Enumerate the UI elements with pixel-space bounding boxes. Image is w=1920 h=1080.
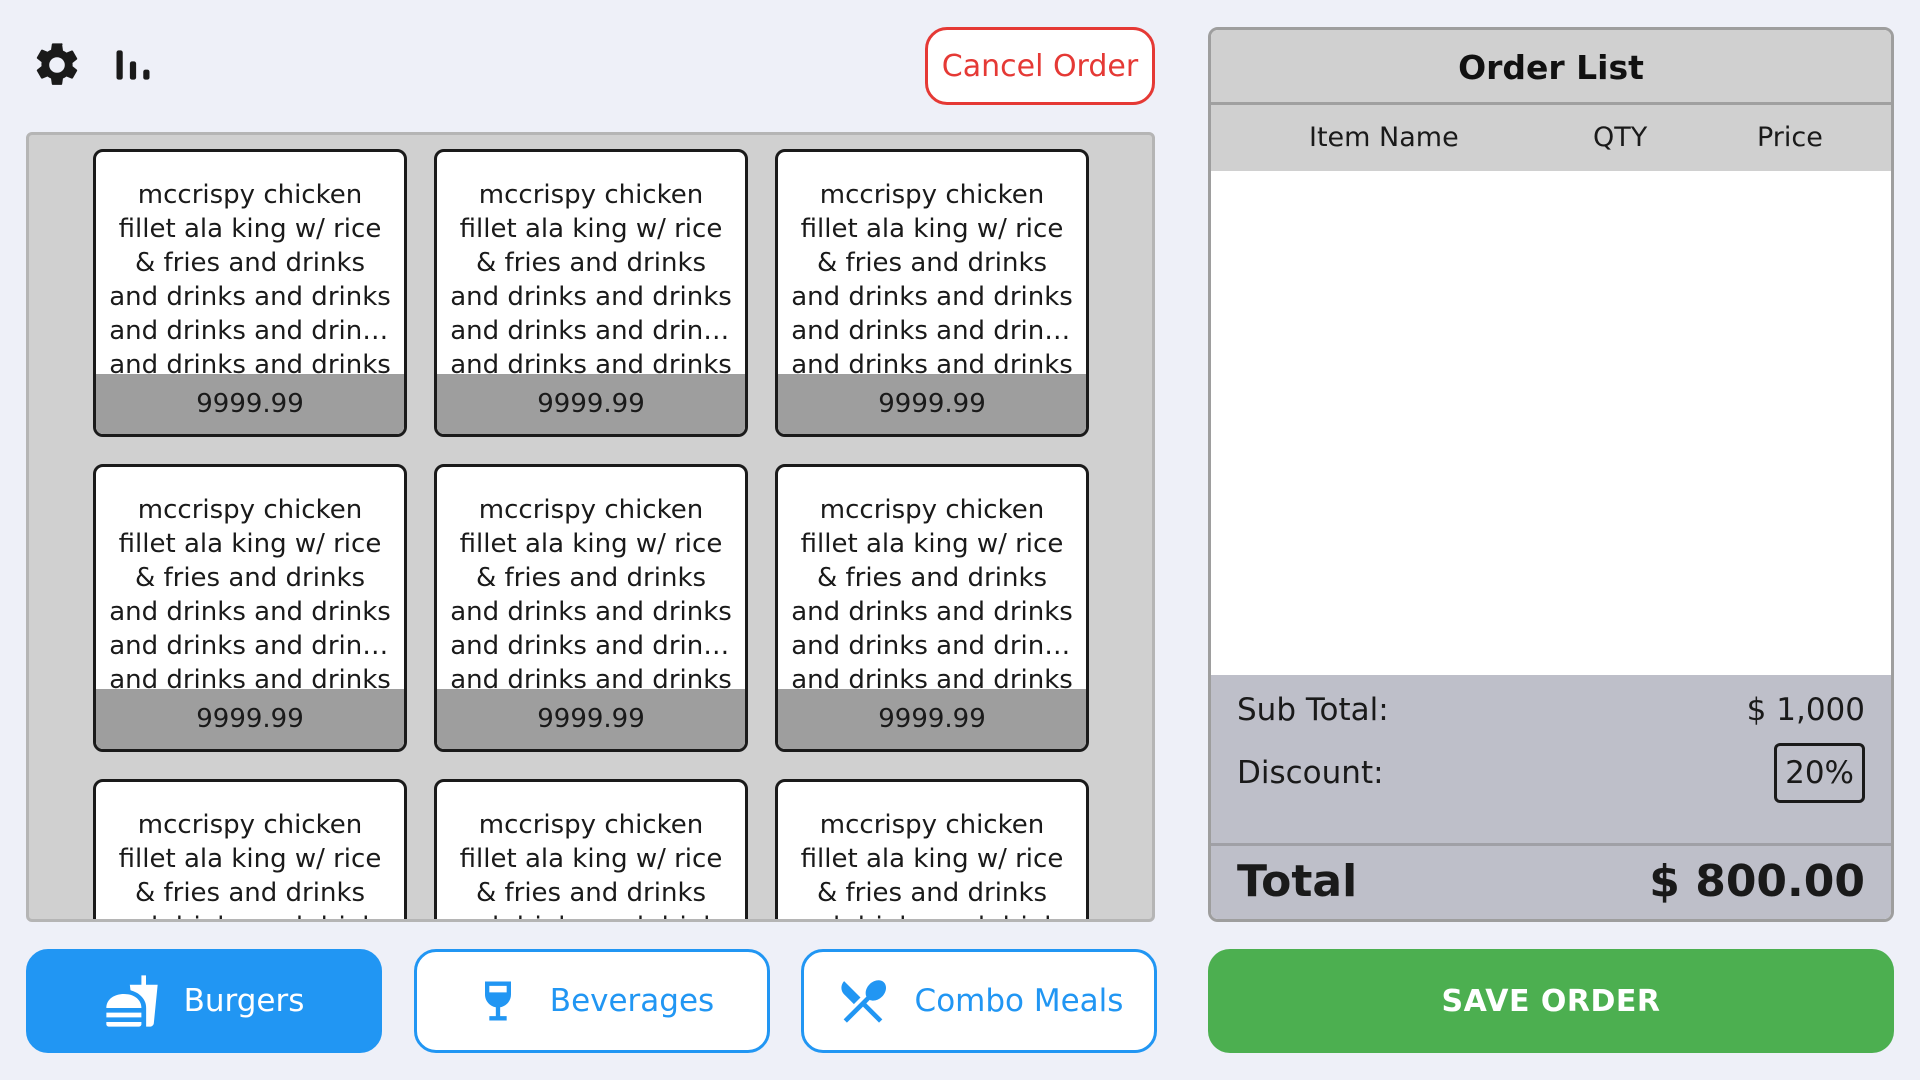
product-card[interactable]: mccrispy chicken fillet ala king w/ rice…: [775, 149, 1089, 437]
product-name: mccrispy chicken fillet ala king w/ rice…: [450, 180, 732, 374]
column-price: Price: [1757, 122, 1823, 153]
product-card[interactable]: mccrispy chicken fillet ala king w/ rice…: [434, 779, 748, 919]
total-value: $ 800.00: [1649, 855, 1865, 907]
product-name: mccrispy chicken fillet ala king w/ rice…: [791, 180, 1073, 374]
product-name: mccrispy chicken fillet ala king w/ rice…: [450, 495, 732, 689]
product-card[interactable]: mccrispy chicken fillet ala king w/ rice…: [93, 149, 407, 437]
order-summary: Sub Total: $ 1,000 Discount: 20% Total $…: [1211, 675, 1891, 919]
column-item-name: Item Name: [1309, 122, 1459, 153]
product-grid-panel[interactable]: mccrispy chicken fillet ala king w/ rice…: [26, 132, 1155, 922]
product-card[interactable]: mccrispy chicken fillet ala king w/ rice…: [775, 779, 1089, 919]
gear-icon[interactable]: [30, 38, 84, 92]
total-label: Total: [1237, 855, 1358, 907]
product-name: mccrispy chicken fillet ala king w/ rice…: [109, 180, 391, 374]
order-list-panel: Order List Item Name QTY Price Sub Total…: [1208, 27, 1894, 922]
product-name: mccrispy chicken fillet ala king w/ rice…: [109, 495, 391, 689]
save-order-button[interactable]: SAVE ORDER: [1208, 949, 1894, 1053]
product-card[interactable]: mccrispy chicken fillet ala king w/ rice…: [434, 149, 748, 437]
category-label: Beverages: [549, 983, 715, 1019]
wine-glass-icon: [470, 973, 526, 1029]
product-price: 9999.99: [778, 689, 1086, 749]
product-price: 9999.99: [96, 689, 404, 749]
product-card[interactable]: mccrispy chicken fillet ala king w/ rice…: [775, 464, 1089, 752]
order-items-list[interactable]: [1211, 171, 1891, 675]
product-name: mccrispy chicken fillet ala king w/ rice…: [791, 810, 1073, 919]
discount-label: Discount:: [1237, 755, 1384, 791]
subtotal-row: Sub Total: $ 1,000: [1237, 685, 1865, 735]
bar-chart-icon[interactable]: [106, 38, 160, 92]
product-price: 9999.99: [778, 374, 1086, 434]
product-card[interactable]: mccrispy chicken fillet ala king w/ rice…: [93, 464, 407, 752]
cancel-order-button[interactable]: Cancel Order: [925, 27, 1155, 105]
order-list-title: Order List: [1211, 30, 1891, 105]
product-name: mccrispy chicken fillet ala king w/ rice…: [109, 810, 391, 919]
discount-row: Discount: 20%: [1237, 741, 1865, 805]
column-qty: QTY: [1593, 122, 1648, 153]
product-price: 9999.99: [437, 689, 745, 749]
category-burgers-button[interactable]: Burgers: [26, 949, 382, 1053]
utensils-icon: [835, 973, 891, 1029]
discount-field[interactable]: 20%: [1774, 743, 1865, 803]
product-price: 9999.99: [437, 374, 745, 434]
product-name: mccrispy chicken fillet ala king w/ rice…: [450, 810, 732, 919]
category-combo-meals-button[interactable]: Combo Meals: [801, 949, 1157, 1053]
product-name: mccrispy chicken fillet ala king w/ rice…: [791, 495, 1073, 689]
category-label: Combo Meals: [914, 983, 1124, 1019]
subtotal-label: Sub Total:: [1237, 692, 1389, 728]
product-grid: mccrispy chicken fillet ala king w/ rice…: [93, 149, 1089, 919]
total-row: Total $ 800.00: [1237, 843, 1865, 919]
top-toolbar: [30, 38, 160, 92]
category-beverages-button[interactable]: Beverages: [414, 949, 770, 1053]
product-card[interactable]: mccrispy chicken fillet ala king w/ rice…: [93, 779, 407, 919]
fast-food-icon: [104, 973, 160, 1029]
category-label: Burgers: [183, 983, 305, 1019]
product-card[interactable]: mccrispy chicken fillet ala king w/ rice…: [434, 464, 748, 752]
subtotal-value: $ 1,000: [1746, 692, 1865, 728]
product-price: 9999.99: [96, 374, 404, 434]
order-list-header: Item Name QTY Price: [1211, 105, 1891, 171]
